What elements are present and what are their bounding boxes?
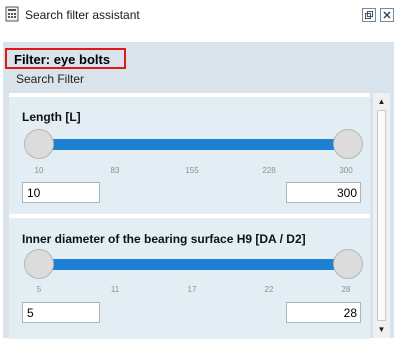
min-value-input[interactable]: 5 xyxy=(22,302,100,323)
restore-button[interactable] xyxy=(362,8,376,22)
filter-label: Length [L] xyxy=(22,110,81,124)
filter-panel: Filter: eye bolts Search Filter Length [… xyxy=(3,42,394,339)
filter-list: Length [L] 10 83 155 228 300 10 300 Inne… xyxy=(9,93,370,339)
filter-section-inner-diameter: Inner diameter of the bearing surface H9… xyxy=(9,218,370,339)
close-icon xyxy=(383,11,391,19)
window-title: Search filter assistant xyxy=(25,8,140,22)
tick-label: 5 xyxy=(36,285,42,294)
window-titlebar: Search filter assistant xyxy=(0,0,401,30)
tick-label: 155 xyxy=(185,166,199,175)
scroll-up-button[interactable]: ▲ xyxy=(373,93,390,110)
calculator-grid-icon xyxy=(5,6,19,22)
range-min-handle[interactable] xyxy=(24,129,54,159)
max-value-input[interactable]: 28 xyxy=(286,302,361,323)
filter-section-length: Length [L] 10 83 155 228 300 10 300 xyxy=(9,97,370,214)
tick-label: 28 xyxy=(341,285,351,294)
restore-icon xyxy=(365,11,373,19)
tick-label: 300 xyxy=(339,166,353,175)
close-button[interactable] xyxy=(380,8,394,22)
arrow-down-icon: ▼ xyxy=(377,325,386,334)
scroll-thumb[interactable] xyxy=(377,110,386,321)
tick-label: 22 xyxy=(264,285,274,294)
range-track[interactable] xyxy=(38,139,345,150)
scroll-down-button[interactable]: ▼ xyxy=(373,321,390,338)
filter-subtitle: Search Filter xyxy=(16,72,85,86)
max-value-input[interactable]: 300 xyxy=(286,182,361,203)
range-track[interactable] xyxy=(38,259,345,270)
tick-label: 83 xyxy=(110,166,120,175)
min-value-input[interactable]: 10 xyxy=(22,182,100,203)
arrow-up-icon: ▲ xyxy=(377,97,386,106)
tick-label: 228 xyxy=(262,166,276,175)
tick-label: 10 xyxy=(34,166,44,175)
filter-title: Filter: eye bolts xyxy=(5,48,126,69)
vertical-scrollbar[interactable]: ▲ ▼ xyxy=(373,93,390,338)
tick-label: 17 xyxy=(187,285,197,294)
range-max-handle[interactable] xyxy=(333,129,363,159)
range-max-handle[interactable] xyxy=(333,249,363,279)
tick-label: 11 xyxy=(110,285,120,294)
filter-label: Inner diameter of the bearing surface H9… xyxy=(22,232,306,246)
range-min-handle[interactable] xyxy=(24,249,54,279)
